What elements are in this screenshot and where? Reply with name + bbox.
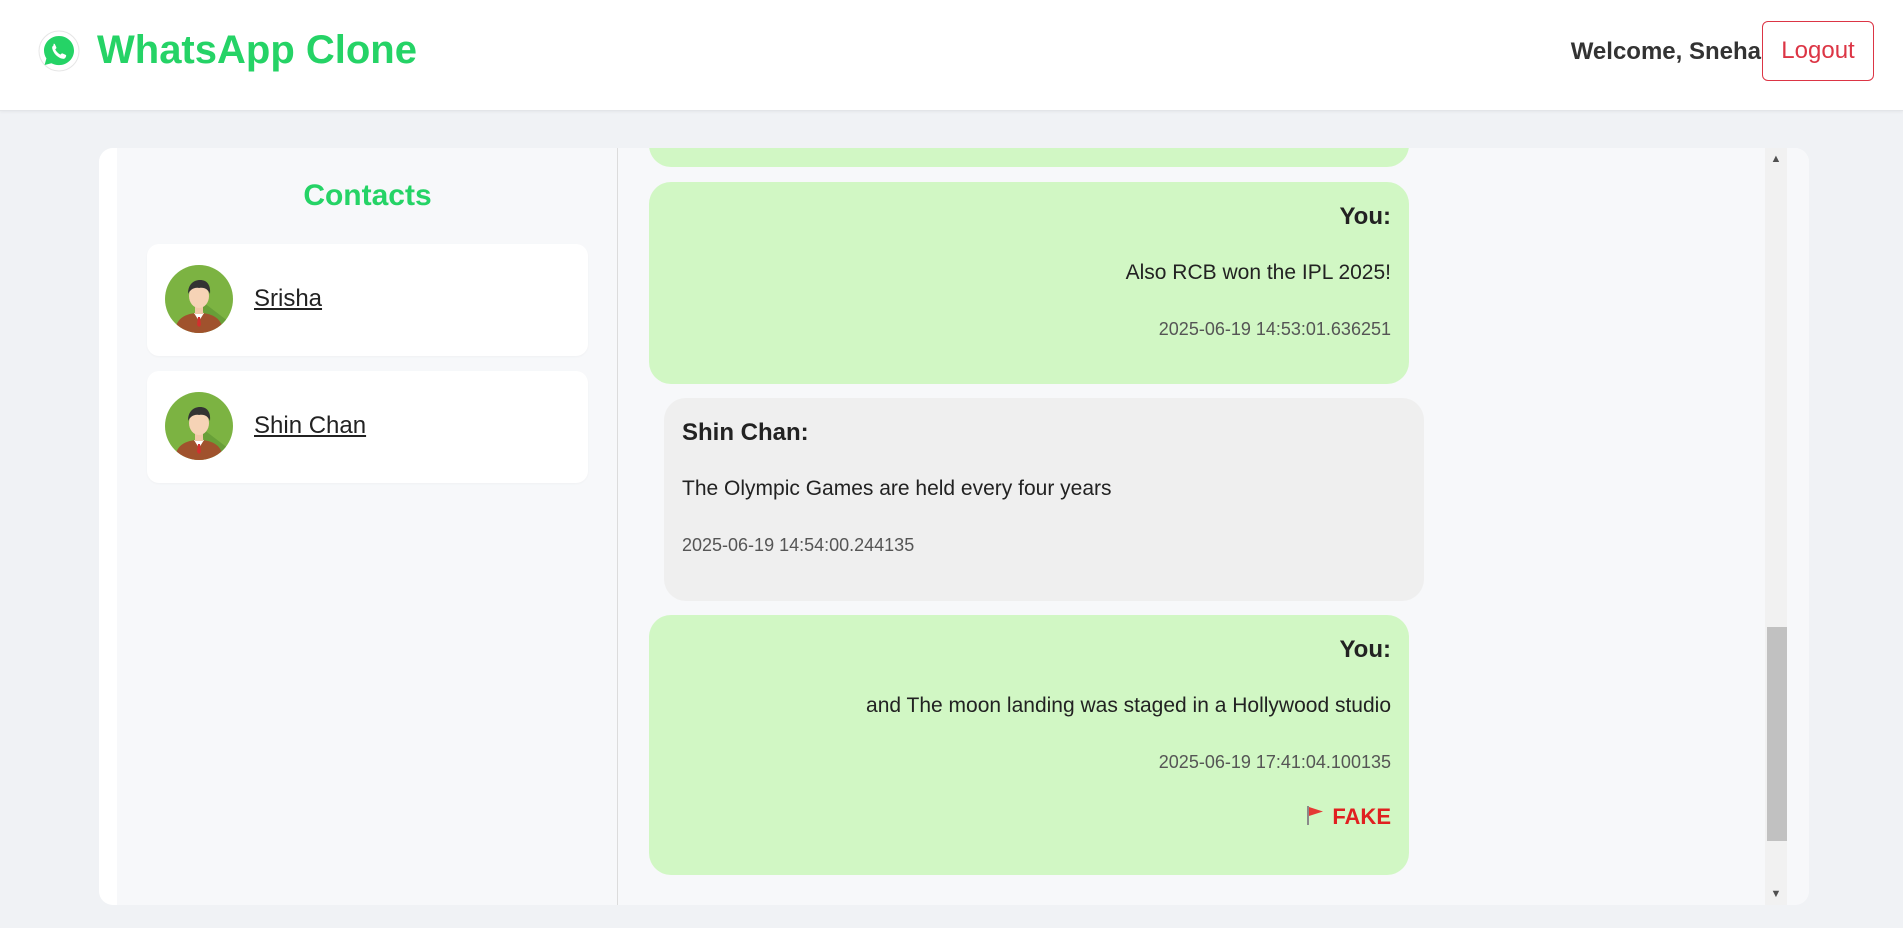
app-title: WhatsApp Clone <box>97 28 417 72</box>
fake-label: FAKE <box>1332 804 1391 829</box>
contact-item-shin-chan[interactable]: Shin Chan <box>147 371 588 483</box>
message-timestamp: 2025-06-19 14:54:00.244135 <box>682 535 915 555</box>
panel-edge <box>99 148 117 905</box>
message-text: The Olympic Games are held every four ye… <box>682 477 1112 500</box>
chat-messages-area[interactable]: You: Also RCB won the IPL 2025! 2025-06-… <box>619 148 1809 905</box>
message-bubble-partial <box>649 148 1409 167</box>
contact-name[interactable]: Srisha <box>254 284 322 314</box>
message-bubble-outgoing: You: and The moon landing was staged in … <box>649 615 1409 875</box>
person-avatar-icon <box>165 265 233 333</box>
scroll-thumb[interactable] <box>1767 627 1787 841</box>
contact-name[interactable]: Shin Chan <box>254 411 366 441</box>
message-text: Also RCB won the IPL 2025! <box>1125 261 1391 284</box>
message-bubble-outgoing: You: Also RCB won the IPL 2025! 2025-06-… <box>649 182 1409 384</box>
main-panel: Contacts Srisha Shin Chan You: Also RCB … <box>99 148 1809 905</box>
message-bubble-incoming: Shin Chan: The Olympic Games are held ev… <box>664 398 1424 601</box>
contact-item-srisha[interactable]: Srisha <box>147 244 588 356</box>
message-sender: You: <box>1339 636 1391 663</box>
fake-news-badge: FAKE <box>1304 804 1391 830</box>
contacts-sidebar: Contacts Srisha Shin Chan <box>117 148 618 905</box>
red-flag-icon <box>1307 806 1324 825</box>
message-timestamp: 2025-06-19 14:53:01.636251 <box>1158 319 1391 339</box>
message-text: and The moon landing was staged in a Hol… <box>866 694 1391 717</box>
welcome-text: Welcome, Sneha <box>1570 38 1761 65</box>
logout-button[interactable]: Logout <box>1762 21 1874 81</box>
message-timestamp: 2025-06-19 17:41:04.100135 <box>1158 752 1391 772</box>
contacts-title: Contacts <box>303 179 432 212</box>
whatsapp-logo-icon <box>38 30 80 72</box>
app-header: WhatsApp Clone Welcome, Sneha Logout <box>0 0 1903 111</box>
scroll-down-arrow-icon[interactable]: ▼ <box>1765 883 1787 905</box>
message-sender: You: <box>1339 203 1391 230</box>
message-sender: Shin Chan: <box>682 419 809 446</box>
scroll-up-arrow-icon[interactable]: ▲ <box>1765 148 1787 170</box>
chat-scrollbar[interactable]: ▲ ▼ <box>1765 148 1787 905</box>
person-avatar-icon <box>165 392 233 460</box>
